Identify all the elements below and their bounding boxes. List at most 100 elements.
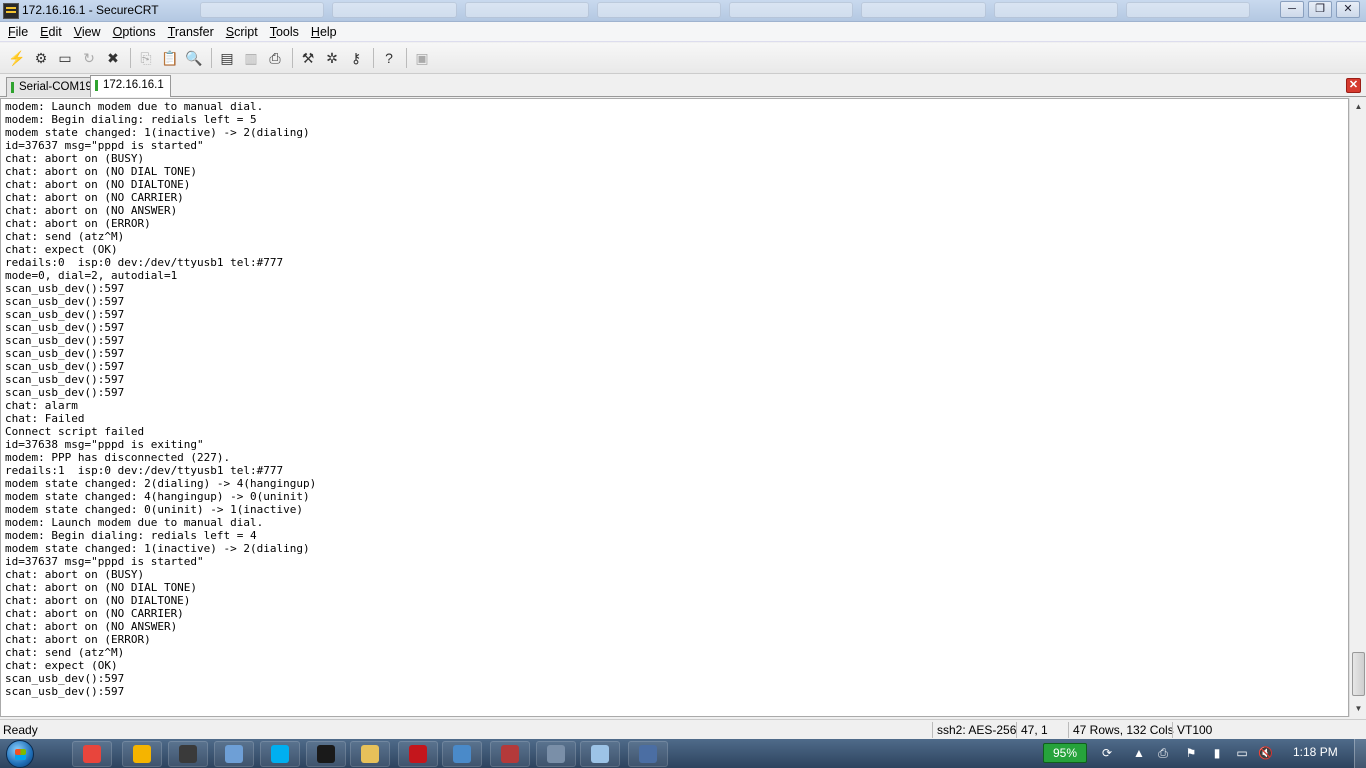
taskbar-network-tool-button[interactable] [536, 741, 576, 767]
taskbar-acrobat-button[interactable] [398, 741, 438, 767]
window-title: 172.16.16.1 - SecureCRT [22, 3, 159, 17]
terminal-line: modem state changed: 1(inactive) -> 2(di… [5, 542, 310, 555]
disconnect-icon[interactable]: ✖ [102, 47, 124, 69]
close-window-button[interactable]: ✕ [1336, 1, 1360, 18]
putty-icon [639, 745, 657, 763]
taskbar-notepad-button[interactable] [580, 741, 620, 767]
action-center-flag-icon[interactable]: ⚑ [1184, 746, 1198, 760]
network-icon[interactable]: ⟳ [1100, 746, 1114, 760]
paste-icon[interactable]: 📋 [159, 47, 181, 69]
connect-in-tab-icon[interactable]: ▭ [54, 47, 76, 69]
taskbar-media-app-button[interactable] [490, 741, 530, 767]
reconnect-icon[interactable]: ↻ [78, 47, 100, 69]
ghost-tab [464, 2, 589, 18]
menu-file[interactable]: File [2, 25, 34, 39]
taskbar-outlook-button[interactable] [122, 741, 162, 767]
terminal-line: chat: abort on (ERROR) [5, 217, 151, 230]
taskbar-putty-button[interactable] [628, 741, 668, 767]
taskbar-command-prompt-button[interactable] [306, 741, 346, 767]
status-terminal-size: 47 Rows, 132 Cols [1068, 722, 1178, 738]
quick-connect-icon[interactable]: ⚙ [30, 47, 52, 69]
terminal-line: chat: abort on (NO ANSWER) [5, 620, 178, 633]
battery-indicator[interactable]: 95% [1043, 743, 1087, 763]
terminal-line: chat: expect (OK) [5, 243, 118, 256]
find-icon[interactable]: 🔍 [183, 47, 205, 69]
taskbar-document-button[interactable] [214, 741, 254, 767]
scroll-up-icon[interactable]: ▲ [1350, 98, 1366, 115]
print-selection-icon[interactable]: ▥ [240, 47, 262, 69]
menu-help[interactable]: Help [305, 25, 343, 39]
tab-serial-com19[interactable]: Serial-COM19 [6, 77, 99, 97]
toolbar-separator [211, 48, 212, 68]
show-desktop-button[interactable] [1354, 739, 1366, 768]
status-ready: Ready [3, 723, 38, 737]
terminal-line: scan_usb_dev():597 [5, 295, 125, 308]
sftp-icon[interactable]: ▣ [411, 47, 433, 69]
tab-172-16-16-1[interactable]: 172.16.16.1 [90, 75, 171, 97]
ghost-tab [993, 2, 1118, 18]
menu-view[interactable]: View [68, 25, 107, 39]
terminal-line: chat: abort on (NO DIALTONE) [5, 178, 191, 191]
printer-icon[interactable]: ⎙ [1156, 746, 1170, 760]
menu-options[interactable]: Options [107, 25, 162, 39]
session-options-icon[interactable]: ⚒ [297, 47, 319, 69]
toolbar-separator [292, 48, 293, 68]
terminal-line: modem state changed: 1(inactive) -> 2(di… [5, 126, 310, 139]
device-icon[interactable]: ▮ [1210, 746, 1224, 760]
terminal-line: modem: Launch modem due to manual dial. [5, 100, 264, 113]
show-hidden-icons-icon[interactable]: ▲ [1132, 746, 1146, 760]
terminal-output[interactable]: modem: Launch modem due to manual dial. m… [0, 98, 1349, 717]
menu-edit[interactable]: Edit [34, 25, 68, 39]
terminal-line: scan_usb_dev():597 [5, 672, 125, 685]
terminal-line: modem state changed: 0(uninit) -> 1(inac… [5, 503, 304, 516]
start-button[interactable] [6, 740, 34, 768]
global-options-icon[interactable]: ✲ [321, 47, 343, 69]
terminal-line: scan_usb_dev():597 [5, 685, 125, 698]
outlook-icon [133, 745, 151, 763]
toolbar-separator [373, 48, 374, 68]
connect-icon[interactable]: ⚡ [6, 47, 28, 69]
scrollbar-thumb[interactable] [1352, 652, 1365, 696]
vertical-scrollbar[interactable]: ▲ ▼ [1349, 98, 1366, 717]
menu-transfer[interactable]: Transfer [162, 25, 220, 39]
print-screen-icon[interactable]: ▤ [216, 47, 238, 69]
menu-script[interactable]: Script [220, 25, 264, 39]
minimize-button[interactable]: ─ [1280, 1, 1304, 18]
taskbar-skype-button[interactable] [260, 741, 300, 767]
terminal-line: chat: abort on (BUSY) [5, 152, 145, 165]
menu-bar: File Edit View Options Transfer Script T… [0, 22, 1366, 42]
terminal-line: modem: Begin dialing: redials left = 4 [5, 529, 257, 542]
restore-button[interactable]: ❐ [1308, 1, 1332, 18]
terminal-line: chat: send (atz^M) [5, 646, 125, 659]
terminal-line: chat: abort on (NO DIAL TONE) [5, 581, 198, 594]
taskbar-securecrt-button[interactable] [168, 741, 208, 767]
acrobat-icon [409, 745, 427, 763]
taskbar-clock[interactable]: 1:18 PM [1293, 745, 1338, 759]
media-app-icon [501, 745, 519, 763]
taskbar-file-explorer-button[interactable] [350, 741, 390, 767]
scroll-down-icon[interactable]: ▼ [1350, 700, 1366, 717]
volume-muted-icon[interactable]: 🔇 [1258, 746, 1273, 760]
chrome-icon [83, 745, 101, 763]
terminal-line: modem: Begin dialing: redials left = 5 [5, 113, 257, 126]
terminal-line: chat: abort on (NO CARRIER) [5, 607, 184, 620]
terminal-line: chat: Failed [5, 412, 85, 425]
taskbar-remote-desktop-button[interactable] [442, 741, 482, 767]
help-icon[interactable]: ? [378, 47, 400, 69]
taskbar-chrome-button[interactable] [72, 741, 112, 767]
close-tab-icon[interactable]: ✕ [1346, 78, 1361, 93]
title-bar: 172.16.16.1 - SecureCRT ─ ❐ ✕ [0, 0, 1366, 22]
menu-tools[interactable]: Tools [264, 25, 305, 39]
print-icon[interactable]: ⎙ [264, 47, 286, 69]
toolbar: ⚡ ⚙ ▭ ↻ ✖ ⎘ 📋 🔍 ▤ ▥ ⎙ ⚒ ✲ ⚷ ? ▣ [0, 43, 1366, 74]
ghost-tab [200, 2, 325, 18]
key-icon[interactable]: ⚷ [345, 47, 367, 69]
securecrt-app-icon[interactable] [3, 3, 19, 19]
ghost-tab [596, 2, 721, 18]
copy-icon[interactable]: ⎘ [135, 47, 157, 69]
file-explorer-icon [361, 745, 379, 763]
terminal-line: chat: abort on (ERROR) [5, 633, 151, 646]
monitor-icon[interactable]: ▭ [1235, 746, 1249, 760]
windows-taskbar: 95% ⟳ ▲ ⎙ ⚑ ▮ ▭ 🔇 1:18 PM [0, 739, 1366, 768]
terminal-line: modem state changed: 2(dialing) -> 4(han… [5, 477, 317, 490]
